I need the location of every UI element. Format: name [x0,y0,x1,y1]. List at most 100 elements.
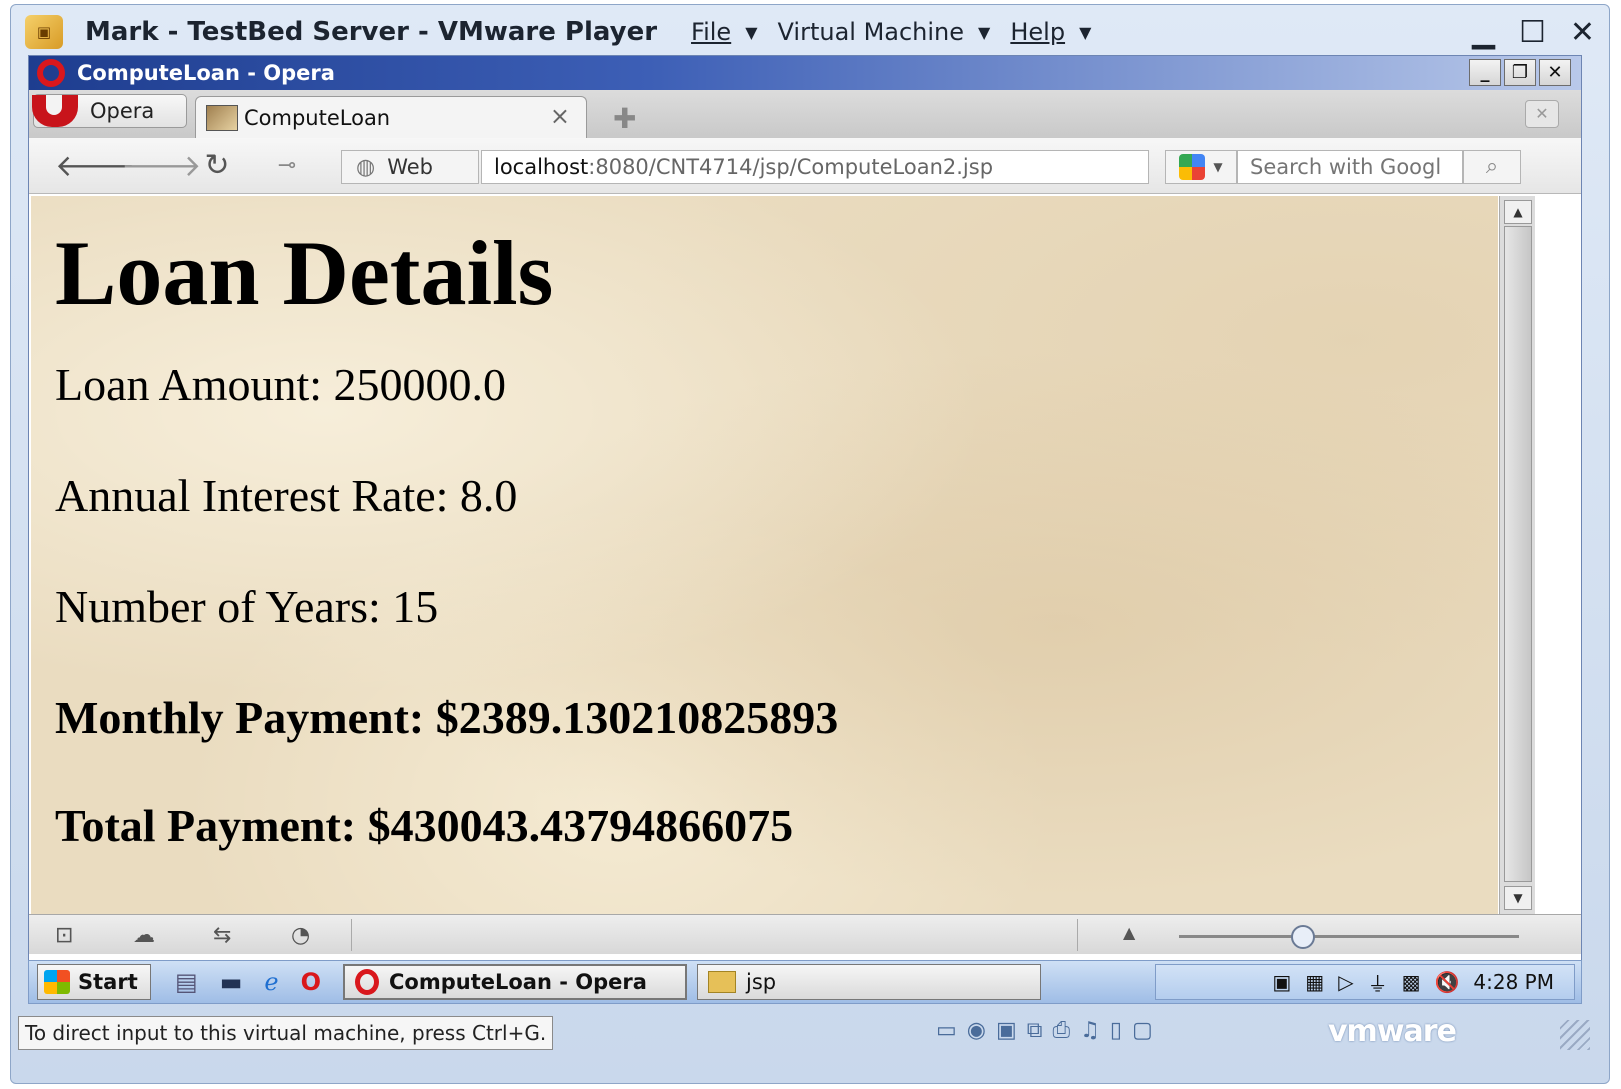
url-path: :8080/CNT4714/jsp/ComputeLoan2.jsp [588,155,994,179]
chevron-down-icon: ▼ [1079,22,1092,42]
minimize-icon[interactable]: ▁ [1472,15,1495,50]
floppy-icon[interactable]: ▣ [996,1018,1017,1043]
divider [351,919,352,951]
chevron-down-icon: ▼ [1213,160,1223,174]
search-input[interactable] [1237,150,1463,184]
printer-icon[interactable]: ⎙ [1053,1018,1071,1043]
opera-logo-icon [37,59,65,87]
opera-titlebar: ComputeLoan - Opera _ ❐ ✕ [29,56,1581,90]
desktop-icon[interactable]: ▬ [220,968,243,996]
address-bar[interactable]: localhost:8080/CNT4714/jsp/ComputeLoan2.… [481,150,1149,184]
url-host: localhost [494,155,589,179]
share-icon[interactable]: ⇆ [213,923,231,948]
hard-disk-icon[interactable]: ▭ [936,1018,957,1043]
usb-device-icon[interactable]: ▯ [1110,1018,1122,1043]
windows-logo-icon [44,970,70,994]
vmware-logo: vmware [1328,1014,1457,1049]
resize-grip-icon[interactable] [1560,1020,1590,1050]
reload-icon[interactable]: ↻ [197,148,237,183]
opera-window: ComputeLoan - Opera _ ❐ ✕ Opera ComputeL… [28,55,1582,1000]
opera-logo-icon [32,95,78,127]
monthly-payment: Monthly Payment: $2389.130210825893 [55,692,839,743]
opera-logo-icon [354,969,379,995]
internet-explorer-icon[interactable]: ℯ [264,968,278,996]
restore-icon[interactable]: ❐ [1504,59,1536,86]
tab-label: ComputeLoan [244,105,391,130]
menu-help-label: Help [1010,18,1066,46]
sound-icon[interactable]: ♫ [1080,1018,1100,1043]
zoom-slider[interactable] [1179,935,1519,938]
close-icon[interactable]: ✕ [1570,15,1595,50]
zoom-expand-icon[interactable]: ▲ [1123,923,1135,942]
opera-menu-button[interactable]: Opera [32,94,187,128]
google-icon [1179,154,1206,180]
globe-icon: ◍ [356,154,376,180]
tab-bar: Opera ComputeLoan × ✚ ✕ [29,90,1581,138]
web-button-label: Web [387,155,433,179]
forward-icon[interactable]: 🡒 [121,148,201,184]
vmware-title: Mark - TestBed Server - VMware Player [85,17,658,47]
opera-window-controls: _ ❐ ✕ [1469,59,1571,86]
input-hint: To direct input to this virtual machine,… [18,1016,554,1050]
trash-icon[interactable]: ✕ [1525,100,1559,128]
close-tab-icon[interactable]: × [550,102,570,130]
scroll-up-icon[interactable]: ▲ [1504,200,1532,224]
menu-help[interactable]: Help ▼ [1010,18,1091,46]
back-icon[interactable]: 🡐 [55,148,135,184]
vmware-tools-icon[interactable]: ▦ [1305,970,1324,994]
clock: 4:28 PM [1473,970,1554,994]
minimize-icon[interactable]: _ [1469,59,1501,86]
vmware-status-bar: To direct input to this virtual machine,… [18,1010,1600,1056]
vmware-menu: File ▼ Virtual Machine ▼ Help ▼ [691,18,1091,46]
web-button[interactable]: ◍ Web [341,150,479,184]
device-icons: ▭ ◉ ▣ ⧉ ⎙ ♫ ▯ ▢ [936,1018,1153,1043]
tab-computeloan[interactable]: ComputeLoan × [195,96,587,138]
message-icon[interactable]: ▢ [1132,1018,1153,1043]
task-jsp-folder[interactable]: jsp [696,964,1041,1000]
page-content: Loan Details Loan Amount: 250000.0 Annua… [31,196,1498,914]
menu-virtual-machine[interactable]: Virtual Machine ▼ [778,18,991,46]
search-icon[interactable]: ⌕ [1463,150,1521,184]
total-payment: Total Payment: $430043.43794866075 [55,800,794,851]
zoom-slider-handle[interactable] [1291,925,1315,949]
cloud-icon[interactable]: ☁ [133,923,155,948]
page-title: Loan Details [55,222,554,324]
network-icon[interactable]: ▣ [1272,970,1291,994]
task-label: jsp [745,970,777,994]
system-tray: ▣ ▦ ▷ ⏚ ▩ 🔇 4:28 PM [1155,964,1575,1000]
volume-muted-icon[interactable]: 🔇 [1435,970,1460,994]
vmware-titlebar: ▣ Mark - TestBed Server - VMware Player … [11,5,1609,59]
menu-file[interactable]: File ▼ [691,18,757,46]
key-icon[interactable]: ⊸ [267,153,307,178]
search-engine-selector[interactable]: ▼ [1165,150,1237,184]
folder-icon [707,971,736,993]
task-label: ComputeLoan - Opera [388,970,647,994]
annual-interest-rate: Annual Interest Rate: 8.0 [55,470,518,521]
divider [1077,919,1078,951]
maximize-icon[interactable]: ☐ [1519,15,1546,50]
browser-status-bar: ⊡ ☁ ⇆ ◔ ▲ [29,914,1581,954]
scrollbar-thumb[interactable] [1504,226,1532,882]
vmware-window-controls: ▁ ☐ ✕ [1472,15,1595,50]
opera-icon[interactable]: O [301,968,321,996]
panel-toggle-icon[interactable]: ⊡ [55,923,73,948]
close-icon[interactable]: ✕ [1539,59,1571,86]
display-icon[interactable]: ▩ [1402,970,1421,994]
quick-launch: ▤ ▬ ℯ O [175,968,321,996]
page-favicon-icon [206,104,238,131]
navigation-bar: 🡐 🡒 ↻ ⊸ ◍ Web localhost:8080/CNT4714/jsp… [29,138,1581,194]
new-tab-icon[interactable]: ✚ [613,102,636,135]
vertical-scrollbar[interactable]: ▲ ▼ [1499,196,1535,914]
menu-file-label: File [691,18,732,46]
scroll-down-icon[interactable]: ▼ [1504,886,1532,910]
server-icon[interactable]: ▤ [175,968,198,996]
usb-icon[interactable]: ⏚ [1368,968,1388,997]
network-adapter-icon[interactable]: ⧉ [1027,1018,1043,1043]
speed-dial-icon[interactable]: ◔ [291,923,310,948]
start-button[interactable]: Start [37,964,151,1000]
menu-virtual-machine-label: Virtual Machine [777,18,965,46]
media-icon[interactable]: ▷ [1338,970,1353,994]
vmware-app-icon: ▣ [25,15,63,49]
task-computeloan-opera[interactable]: ComputeLoan - Opera [342,964,687,1000]
cd-drive-icon[interactable]: ◉ [967,1018,986,1043]
